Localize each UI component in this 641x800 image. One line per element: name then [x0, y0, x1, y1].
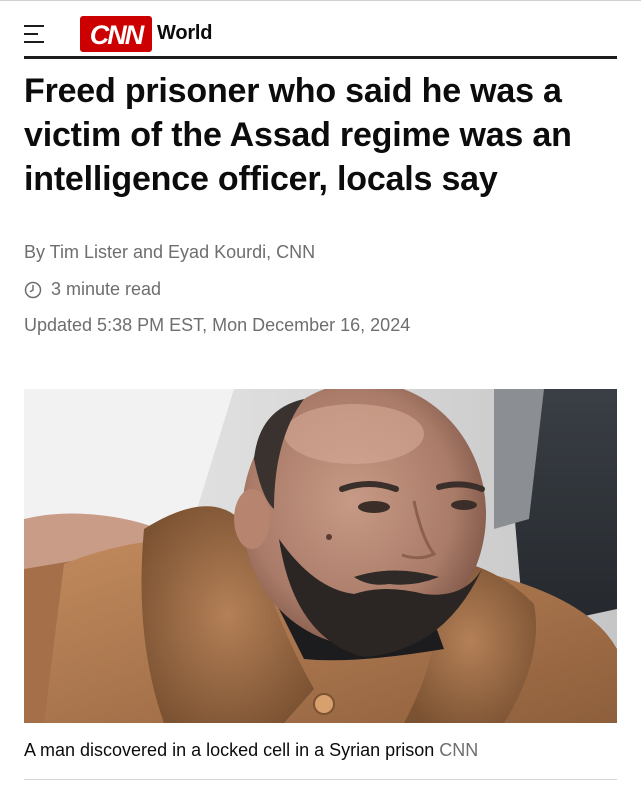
article-photo[interactable]: [24, 389, 617, 723]
svg-text:CNN: CNN: [90, 20, 145, 50]
photo-credit: CNN: [439, 740, 479, 760]
section-name[interactable]: World: [157, 22, 212, 45]
read-time: 3 minute read: [24, 279, 161, 300]
updated-timestamp: Updated 5:38 PM EST, Mon December 16, 20…: [24, 315, 411, 335]
photo-caption: A man discovered in a locked cell in a S…: [24, 740, 478, 761]
clock-icon: [24, 281, 42, 298]
divider: [24, 779, 617, 780]
article-headline: Freed prisoner who said he was a victim …: [24, 72, 572, 198]
caption-text: A man discovered in a locked cell in a S…: [24, 740, 435, 760]
cnn-logo-mark: CNN: [80, 15, 152, 52]
cnn-logo[interactable]: CNN World: [80, 15, 212, 52]
read-time-label: 3 minute read: [51, 279, 162, 299]
article-page: CNN World Freed prisoner who said he was…: [0, 0, 641, 800]
site-header: CNN World: [24, 11, 617, 59]
article-byline: By Tim Lister and Eyad Kourdi, CNN: [24, 242, 316, 262]
hamburger-menu-icon[interactable]: [24, 21, 50, 47]
